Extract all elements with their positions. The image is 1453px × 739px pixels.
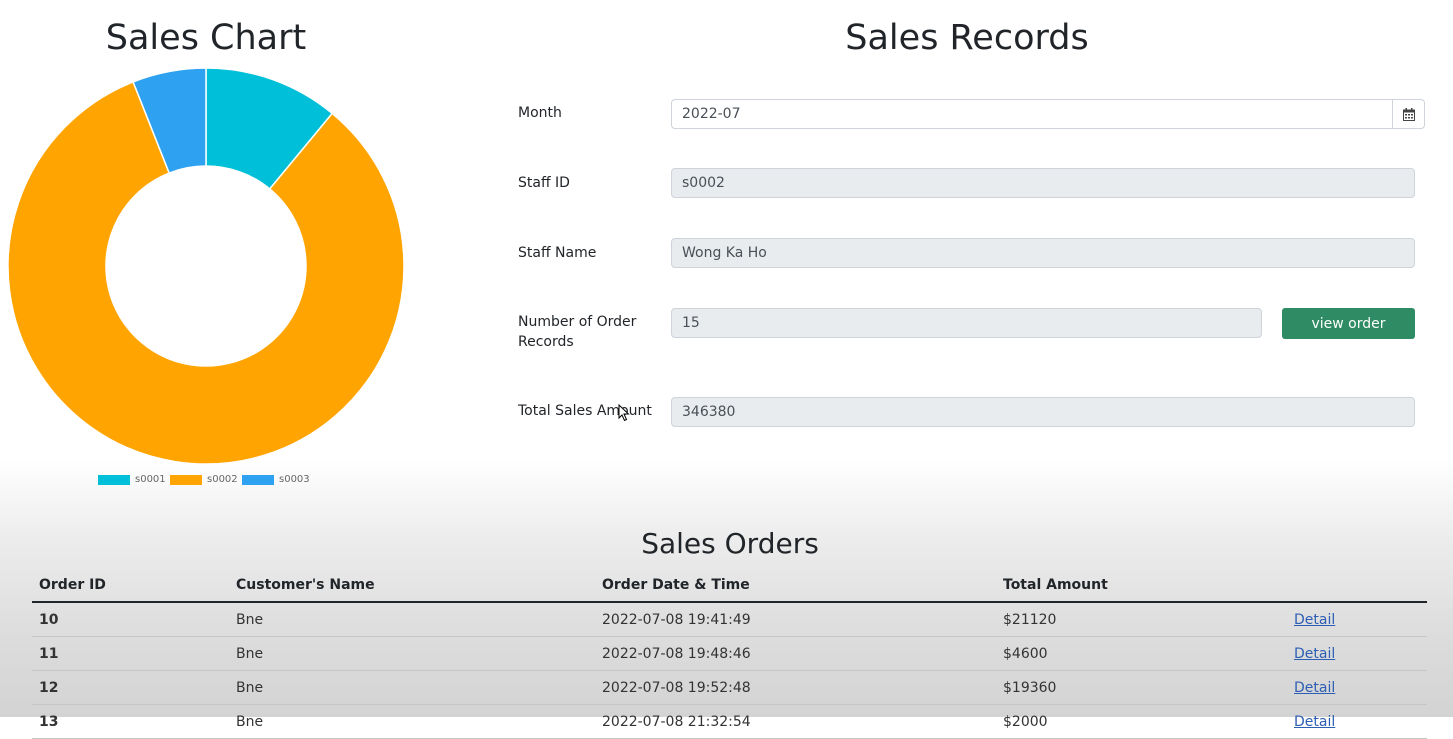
detail-cell: Detail: [1287, 670, 1427, 705]
sales-chart-title: Sales Chart: [105, 18, 307, 58]
staff-name-field[interactable]: Wong Ka Ho: [671, 238, 1415, 268]
table-row: 11 Bne 2022-07-08 19:48:46 $4600 Detail: [32, 636, 1427, 671]
table-header-row: Order ID Customer's Name Order Date & Ti…: [32, 568, 1427, 603]
staff-id-field[interactable]: s0002: [671, 168, 1415, 198]
table-row: 12 Bne 2022-07-08 19:52:48 $19360 Detail: [32, 670, 1427, 705]
legend-label: s0002: [207, 474, 238, 485]
staff-id-label: Staff ID: [518, 175, 570, 191]
amount-cell: $19360: [996, 670, 1287, 705]
datetime-cell: 2022-07-08 19:48:46: [595, 636, 996, 671]
legend-swatch: [98, 475, 130, 485]
detail-cell: Detail: [1287, 704, 1427, 739]
legend-swatch: [170, 475, 202, 485]
amount-cell: $2000: [996, 704, 1287, 739]
col-order-datetime: Order Date & Time: [595, 568, 996, 603]
sales-records-title: Sales Records: [845, 18, 1089, 58]
num-orders-field[interactable]: 15: [671, 308, 1262, 338]
calendar-icon: [1402, 107, 1415, 121]
month-input[interactable]: 2022-07: [671, 99, 1393, 129]
sales-orders-table: Order ID Customer's Name Order Date & Ti…: [32, 568, 1427, 739]
legend-label: s0001: [135, 474, 166, 485]
mouse-cursor-icon: [618, 404, 630, 422]
legend-label: s0003: [279, 474, 310, 485]
view-order-button[interactable]: view order: [1282, 308, 1415, 339]
amount-cell: $4600: [996, 636, 1287, 671]
col-order-id: Order ID: [32, 568, 229, 603]
staff-name-label: Staff Name: [518, 245, 597, 261]
col-customer-name: Customer's Name: [229, 568, 595, 603]
calendar-button[interactable]: [1392, 99, 1425, 129]
detail-cell: Detail: [1287, 636, 1427, 671]
order-id-cell: 11: [32, 636, 229, 671]
datetime-cell: 2022-07-08 19:52:48: [595, 670, 996, 705]
table-row: 10 Bne 2022-07-08 19:41:49 $21120 Detail: [32, 602, 1427, 637]
customer-cell: Bne: [229, 704, 595, 739]
amount-cell: $21120: [996, 602, 1287, 637]
customer-cell: Bne: [229, 602, 595, 637]
legend-swatch: [242, 475, 274, 485]
num-orders-label-line2: Records: [518, 334, 574, 350]
datetime-cell: 2022-07-08 21:32:54: [595, 704, 996, 739]
order-id-cell: 12: [32, 670, 229, 705]
num-orders-label-line1: Number of Order: [518, 314, 637, 330]
col-action: [1287, 568, 1427, 603]
num-orders-label: Number of Order Records: [518, 312, 636, 352]
sales-orders-title: Sales Orders: [641, 527, 819, 560]
customer-cell: Bne: [229, 670, 595, 705]
detail-link[interactable]: Detail: [1294, 646, 1335, 662]
order-id-cell: 13: [32, 704, 229, 739]
customer-cell: Bne: [229, 636, 595, 671]
detail-link[interactable]: Detail: [1294, 612, 1335, 628]
table-row: 13 Bne 2022-07-08 21:32:54 $2000 Detail: [32, 704, 1427, 739]
total-sales-label: Total Sales Amount: [518, 403, 652, 419]
sales-donut-chart: [7, 67, 405, 465]
total-sales-field[interactable]: 346380: [671, 397, 1415, 427]
col-total-amount: Total Amount: [996, 568, 1287, 603]
detail-link[interactable]: Detail: [1294, 680, 1335, 696]
datetime-cell: 2022-07-08 19:41:49: [595, 602, 996, 637]
month-label: Month: [518, 105, 562, 121]
order-id-cell: 10: [32, 602, 229, 637]
detail-cell: Detail: [1287, 602, 1427, 637]
detail-link[interactable]: Detail: [1294, 714, 1335, 730]
